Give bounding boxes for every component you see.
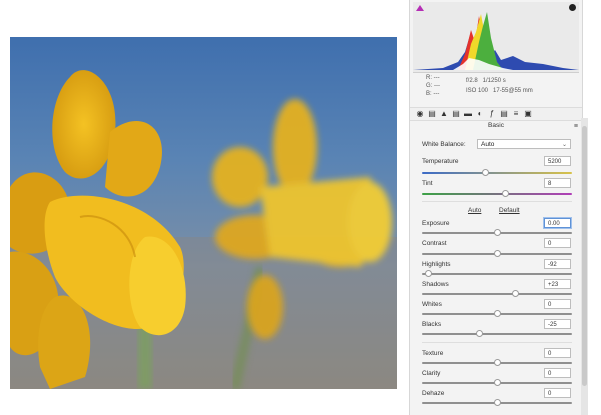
clarity-label: Clarity xyxy=(422,370,441,377)
default-link[interactable]: Default xyxy=(499,207,520,214)
white-balance-select[interactable]: Auto ⌄ xyxy=(477,139,571,149)
white-balance-value: Auto xyxy=(481,141,495,148)
exposure-slider-thumb[interactable] xyxy=(494,229,501,236)
exposure-value[interactable]: 0.00 xyxy=(544,218,571,228)
readout-r: R: --- xyxy=(426,75,440,81)
temperature-slider-thumb[interactable] xyxy=(482,169,489,176)
panel-menu-icon[interactable]: ≡ xyxy=(574,123,578,130)
whites-value[interactable]: 0 xyxy=(544,299,571,309)
tint-label: Tint xyxy=(422,180,433,187)
histogram xyxy=(413,2,579,73)
tint-slider-thumb[interactable] xyxy=(501,190,509,197)
whites-slider-thumb[interactable] xyxy=(494,310,501,317)
readout-g: G: --- xyxy=(426,83,440,89)
presets-icon[interactable]: ≡ xyxy=(512,110,520,118)
panel-scrollbar-thumb[interactable] xyxy=(582,126,587,386)
texture-value[interactable]: 0 xyxy=(544,348,571,358)
dehaze-label: Dehaze xyxy=(422,390,445,397)
section-title: Basic xyxy=(488,122,504,129)
highlights-label: Highlights xyxy=(422,261,451,268)
daffodil-image xyxy=(10,70,397,389)
highlights-slider-thumb[interactable] xyxy=(425,270,432,277)
calibration-icon[interactable]: ▤ xyxy=(500,110,508,118)
white-balance-label: White Balance: xyxy=(422,141,466,148)
photo-preview xyxy=(10,37,397,389)
blacks-value[interactable]: -25 xyxy=(544,319,571,329)
tone-curve-icon[interactable]: ▤ xyxy=(428,110,436,118)
shadows-slider-thumb[interactable] xyxy=(512,290,519,297)
shadows-label: Shadows xyxy=(422,281,449,288)
exposure-label: Exposure xyxy=(422,220,450,227)
contrast-label: Contrast xyxy=(422,240,447,247)
contrast-slider[interactable] xyxy=(422,250,572,257)
clarity-value[interactable]: 0 xyxy=(544,368,571,378)
exif-iso-lens: ISO 100 17-55@55 mm xyxy=(466,88,533,94)
divider xyxy=(422,342,572,343)
clarity-slider[interactable] xyxy=(422,379,572,386)
detail-icon[interactable]: ▲ xyxy=(440,110,448,118)
auto-link[interactable]: Auto xyxy=(468,207,481,214)
lens-icon[interactable]: ◐ xyxy=(476,110,484,118)
chevron-down-icon: ⌄ xyxy=(561,142,567,148)
whites-slider[interactable] xyxy=(422,310,572,317)
exif-aperture-shutter: f/2.8 1/1250 s xyxy=(466,78,506,84)
panel-scrollbar[interactable] xyxy=(581,118,588,415)
panel-tool-tabs: ◉ ▤ ▲ ▤ ▬ ◐ ƒ ▤ ≡ ▣ xyxy=(410,107,582,121)
basic-icon[interactable]: ◉ xyxy=(416,110,424,118)
hsl-icon[interactable]: ▤ xyxy=(452,110,460,118)
dehaze-slider-thumb[interactable] xyxy=(494,399,501,406)
temperature-value[interactable]: 5200 xyxy=(544,156,571,166)
shadow-clipping-warning-icon[interactable] xyxy=(416,5,424,11)
texture-slider-thumb[interactable] xyxy=(494,359,501,366)
contrast-value[interactable]: 0 xyxy=(544,238,571,248)
whites-label: Whites xyxy=(422,301,442,308)
temperature-label: Temperature xyxy=(422,158,459,165)
shadows-slider[interactable] xyxy=(422,290,572,297)
tint-value[interactable]: 8 xyxy=(544,178,571,188)
blacks-slider[interactable] xyxy=(422,330,572,337)
temperature-slider[interactable] xyxy=(422,169,572,176)
tint-slider[interactable] xyxy=(422,190,572,197)
dehaze-value[interactable]: 0 xyxy=(544,388,571,398)
contrast-slider-thumb[interactable] xyxy=(494,250,501,257)
camera-raw-panel: R: --- G: --- B: --- f/2.8 1/1250 s ISO … xyxy=(409,0,583,415)
rgb-exif-readout: R: --- G: --- B: --- f/2.8 1/1250 s ISO … xyxy=(410,74,582,104)
clarity-slider-thumb[interactable] xyxy=(494,379,501,386)
divider xyxy=(422,201,572,202)
highlights-slider[interactable] xyxy=(422,270,572,277)
texture-label: Texture xyxy=(422,350,444,357)
histogram-graph xyxy=(413,12,579,70)
shadows-value[interactable]: +23 xyxy=(544,279,571,289)
snapshots-icon[interactable]: ▣ xyxy=(524,110,532,118)
split-toning-icon[interactable]: ▬ xyxy=(464,110,472,118)
blacks-slider-thumb[interactable] xyxy=(476,330,483,337)
exposure-slider[interactable] xyxy=(422,229,572,236)
fx-icon[interactable]: ƒ xyxy=(488,110,496,118)
dehaze-slider[interactable] xyxy=(422,399,572,406)
blacks-label: Blacks xyxy=(422,321,442,328)
readout-b: B: --- xyxy=(426,91,440,97)
highlights-value[interactable]: -92 xyxy=(544,259,571,269)
texture-slider[interactable] xyxy=(422,359,572,366)
highlight-clipping-warning-icon[interactable] xyxy=(569,4,576,11)
